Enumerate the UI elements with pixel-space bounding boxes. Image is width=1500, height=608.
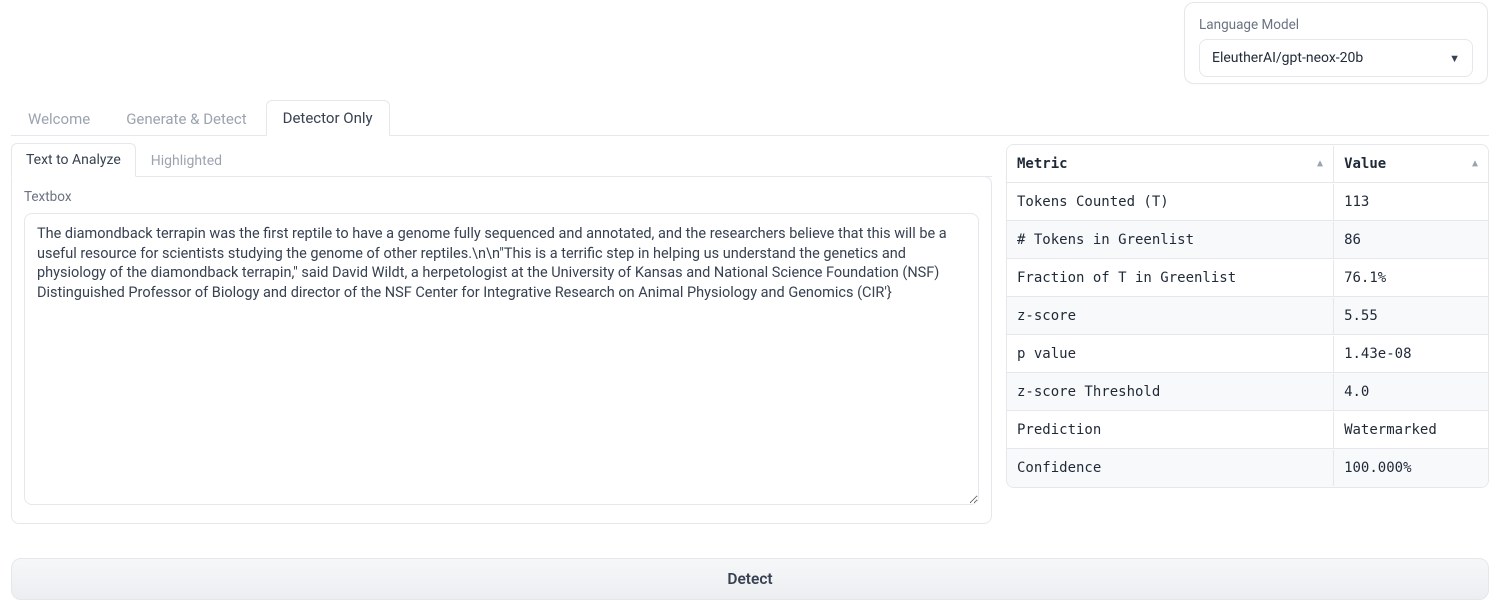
table-row: Tokens Counted (T)113 [1007, 183, 1488, 221]
table-row: Confidence100.000% [1007, 449, 1488, 487]
metrics-table: Metric ▲ Value ▲ Tokens Counted (T)113# … [1006, 144, 1489, 488]
tab-generate-detect[interactable]: Generate & Detect [109, 101, 263, 136]
table-row: Fraction of T in Greenlist76.1% [1007, 259, 1488, 297]
metrics-header-metric[interactable]: Metric ▲ [1007, 146, 1334, 182]
table-row: p value1.43e-08 [1007, 335, 1488, 373]
metric-cell: z-score [1007, 298, 1334, 334]
value-cell: 76.1% [1334, 260, 1488, 296]
subtab-highlighted[interactable]: Highlighted [136, 144, 237, 177]
tab-detector-only[interactable]: Detector Only [266, 100, 390, 136]
metrics-header: Metric ▲ Value ▲ [1007, 145, 1488, 183]
metric-cell: p value [1007, 336, 1334, 372]
right-column: Metric ▲ Value ▲ Tokens Counted (T)113# … [1006, 144, 1489, 488]
sub-tabs: Text to Analyze Highlighted [11, 144, 992, 177]
textbox-label: Textbox [24, 189, 979, 205]
metrics-header-value-label: Value [1344, 156, 1386, 172]
metric-cell: Confidence [1007, 450, 1334, 486]
metric-cell: # Tokens in Greenlist [1007, 222, 1334, 258]
textbox-panel: Textbox [11, 176, 992, 524]
metric-cell: Prediction [1007, 412, 1334, 448]
content-row: Text to Analyze Highlighted Textbox Metr… [11, 144, 1489, 524]
value-cell: 1.43e-08 [1334, 336, 1488, 372]
language-model-label: Language Model [1199, 17, 1473, 33]
chevron-down-icon: ▼ [1449, 52, 1460, 65]
left-column: Text to Analyze Highlighted Textbox [11, 144, 992, 524]
sort-caret-icon: ▲ [1317, 158, 1323, 169]
tab-welcome[interactable]: Welcome [11, 101, 107, 136]
table-row: # Tokens in Greenlist86 [1007, 221, 1488, 259]
value-cell: 86 [1334, 222, 1488, 258]
language-model-select[interactable]: EleutherAI/gpt-neox-20b ▼ [1199, 39, 1473, 77]
metric-cell: Tokens Counted (T) [1007, 184, 1334, 220]
table-row: PredictionWatermarked [1007, 411, 1488, 449]
value-cell: Watermarked [1334, 412, 1488, 448]
sort-caret-icon: ▲ [1472, 158, 1478, 169]
metrics-body: Tokens Counted (T)113# Tokens in Greenli… [1007, 183, 1488, 487]
main-tabs: Welcome Generate & Detect Detector Only [11, 103, 1489, 136]
metrics-header-value[interactable]: Value ▲ [1334, 146, 1488, 182]
table-row: z-score5.55 [1007, 297, 1488, 335]
detect-button[interactable]: Detect [11, 558, 1489, 600]
metrics-header-metric-label: Metric [1017, 156, 1068, 172]
value-cell: 113 [1334, 184, 1488, 220]
subtab-text-to-analyze[interactable]: Text to Analyze [11, 143, 136, 177]
metric-cell: z-score Threshold [1007, 374, 1334, 410]
language-model-selected: EleutherAI/gpt-neox-20b [1212, 50, 1363, 66]
metric-cell: Fraction of T in Greenlist [1007, 260, 1334, 296]
value-cell: 5.55 [1334, 298, 1488, 334]
value-cell: 100.000% [1334, 450, 1488, 486]
language-model-card: Language Model EleutherAI/gpt-neox-20b ▼ [1184, 2, 1488, 84]
value-cell: 4.0 [1334, 374, 1488, 410]
table-row: z-score Threshold4.0 [1007, 373, 1488, 411]
analyze-textarea[interactable] [24, 213, 979, 505]
